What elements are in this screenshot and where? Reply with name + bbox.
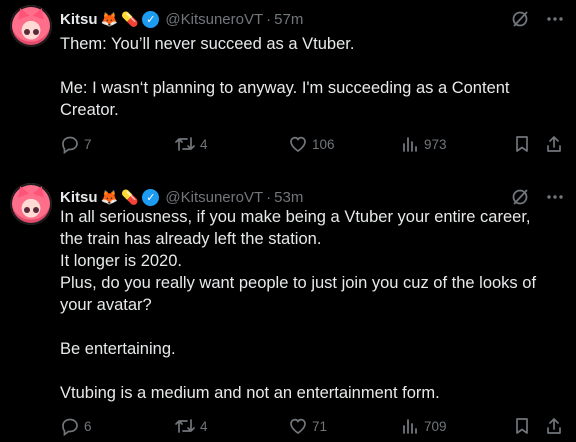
grok-icon[interactable] [510,187,530,207]
display-name[interactable]: Kitsu [60,11,98,28]
views-icon [403,419,417,434]
avatar[interactable] [10,183,52,225]
bookmark-button[interactable] [512,134,532,154]
like-button[interactable]: 106 [288,134,335,154]
pill-emoji-icon: 💊 [120,11,139,27]
tweet-line-gap [60,55,565,77]
like-icon [290,136,306,153]
retweet-count: 4 [200,136,208,152]
avatar-ear-icon [32,6,48,20]
fox-emoji-icon: 🦊 [100,189,118,205]
verified-badge-icon[interactable]: ✓ [142,10,160,28]
more-icon[interactable] [546,188,564,206]
views-icon [403,137,417,152]
tweet-line: the train has already left the station. [60,230,322,248]
views-button[interactable]: 973 [400,134,447,154]
reply-button[interactable]: 7 [60,134,92,154]
bookmark-icon [516,418,528,434]
tweet-text: In all seriousness, if you make being a … [60,206,565,404]
handle[interactable]: @KitsuneroVT [165,189,263,206]
fox-emoji-icon: 🦊 [100,11,118,27]
share-button[interactable] [544,416,564,436]
views-count: 973 [424,136,447,152]
tweet-line-gap [60,316,565,338]
reply-icon [62,418,78,436]
tweet-header: Kitsu 🦊 💊 ✓ @KitsuneroVT · 57m [60,9,303,29]
tweet-line: Vtubing is a medium and not an entertain… [60,384,440,402]
avatar-ear-icon [14,6,30,20]
tweet-1[interactable]: Kitsu 🦊 💊 ✓ @KitsuneroVT · 57m Them: You… [0,0,576,178]
avatar-ear-icon [14,184,30,198]
share-button[interactable] [544,134,564,154]
reply-count: 7 [84,136,92,152]
more-icon[interactable] [546,10,564,28]
tweet-2[interactable]: Kitsu 🦊 💊 ✓ @KitsuneroVT · 53m In all se… [0,178,576,442]
bookmark-button[interactable] [512,416,532,436]
pill-emoji-icon: 💊 [120,189,139,205]
reply-button[interactable]: 6 [60,416,92,436]
tweet-actions: 7 4 106 973 [60,132,570,156]
timestamp[interactable]: 53m [274,189,303,206]
avatar-eye-icon [24,207,30,213]
tweet-top-actions [510,187,564,207]
tweet-top-actions [510,9,564,29]
grok-icon[interactable] [510,9,530,29]
retweet-button[interactable]: 4 [174,416,208,436]
tweet-line: your avatar? [60,296,152,314]
separator: · [266,188,272,206]
retweet-count: 4 [200,418,208,434]
retweet-button[interactable]: 4 [174,134,208,154]
reply-icon [62,136,78,154]
retweet-icon [175,137,195,151]
tweet-text: Them: You’ll never succeed as a Vtuber. … [60,33,565,121]
retweet-icon [175,419,195,433]
avatar-eye-icon [33,29,39,35]
avatar-ear-icon [32,184,48,198]
like-count: 71 [312,418,328,434]
avatar-eye-icon [33,207,39,213]
reply-count: 6 [84,418,92,434]
tweet-header: Kitsu 🦊 💊 ✓ @KitsuneroVT · 53m [60,187,303,207]
timestamp[interactable]: 57m [274,11,303,28]
tweet-line: It longer is 2020. [60,252,182,270]
views-button[interactable]: 709 [400,416,447,436]
tweet-actions: 6 4 71 709 [60,414,570,438]
separator: · [266,10,272,28]
like-icon [290,418,306,435]
share-icon [547,136,561,152]
tweet-line-gap [60,360,565,382]
avatar-eye-icon [24,29,30,35]
tweet-line: In all seriousness, if you make being a … [60,208,531,226]
bookmark-icon [516,136,528,152]
tweet-line: Them: You’ll never succeed as a Vtuber. [60,35,355,53]
tweet-line: Me: I wasn‘t planning to anyway. I'm suc… [60,79,510,97]
like-button[interactable]: 71 [288,416,327,436]
views-count: 709 [424,418,447,434]
tweet-line: Plus, do you really want people to just … [60,274,537,292]
display-name[interactable]: Kitsu [60,189,98,206]
tweet-line: Be entertaining. [60,340,176,358]
avatar[interactable] [10,5,52,47]
like-count: 106 [312,136,335,152]
verified-badge-icon[interactable]: ✓ [142,188,160,206]
share-icon [547,418,561,434]
tweet-line: Creator. [60,101,119,119]
handle[interactable]: @KitsuneroVT [165,11,263,28]
